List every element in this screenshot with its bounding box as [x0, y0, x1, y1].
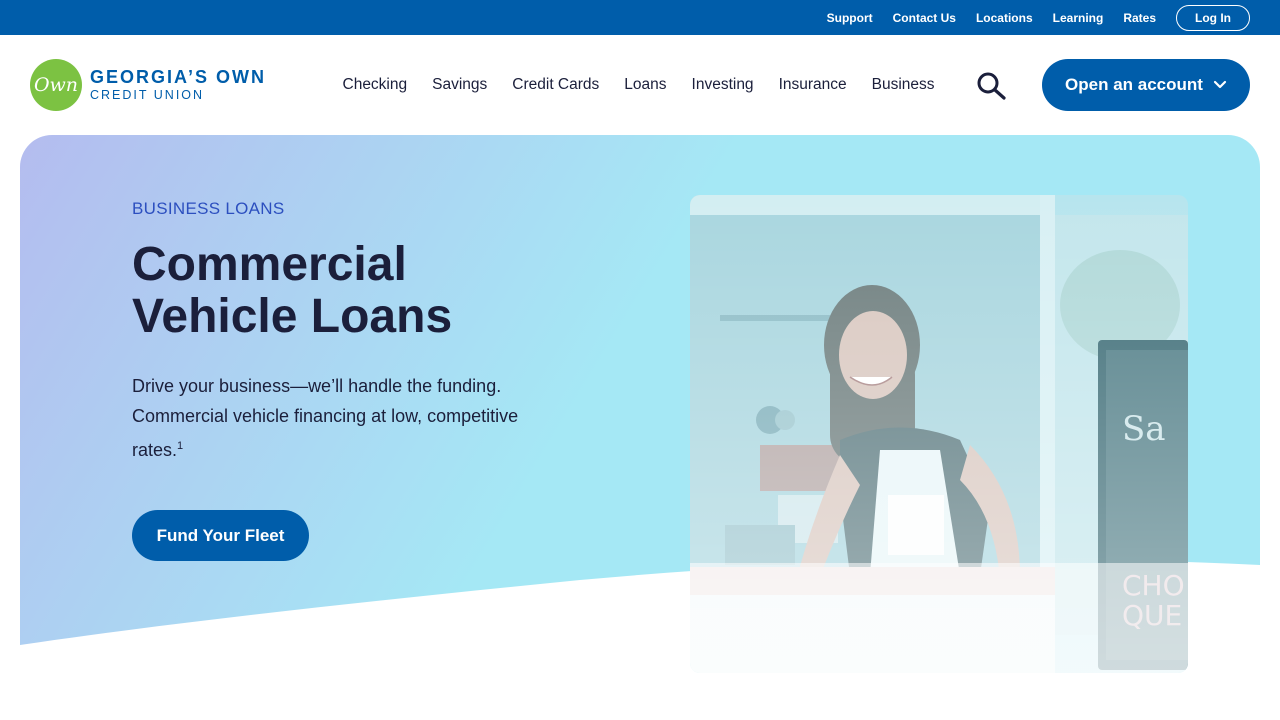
nav-item-loans[interactable]: Loans — [624, 76, 666, 94]
login-button[interactable]: Log In — [1176, 4, 1250, 31]
nav-item-savings[interactable]: Savings — [432, 76, 487, 94]
open-account-button[interactable]: Open an account — [1042, 59, 1250, 111]
hero-photo: Sa CHO QUE — [690, 195, 1188, 673]
search-icon — [977, 72, 1006, 100]
utility-bar: Support Contact Us Locations Learning Ra… — [0, 0, 1280, 35]
open-account-label: Open an account — [1065, 75, 1203, 94]
search-button[interactable] — [975, 71, 1009, 101]
page-title: Commercial Vehicle Loans — [132, 239, 592, 343]
logo-line2: CREDIT UNION — [90, 88, 205, 103]
nav-item-checking[interactable]: Checking — [343, 76, 408, 94]
title-line-2: Vehicle Loans — [132, 290, 453, 343]
main-nav: Checking Savings Credit Cards Loans Inve… — [330, 35, 947, 135]
footnote-marker[interactable]: 1 — [177, 440, 183, 452]
logo-text: GEORGIA’S OWN CREDIT UNION — [90, 68, 266, 102]
logo[interactable]: Own GEORGIA’S OWN CREDIT UNION — [30, 59, 266, 111]
fund-your-fleet-button[interactable]: Fund Your Fleet — [132, 510, 309, 561]
eyebrow-label: BUSINESS LOANS — [132, 199, 285, 218]
hero-content: BUSINESS LOANS Commercial Vehicle Loans … — [132, 199, 592, 561]
hero-description: Drive your business—we’ll handle the fun… — [132, 371, 592, 465]
desc-line-3: rates. — [132, 440, 178, 460]
desc-line-1: Drive your business—we’ll handle the fun… — [132, 376, 502, 396]
utility-link-learning[interactable]: Learning — [1053, 11, 1104, 25]
logo-badge: Own — [30, 59, 82, 111]
nav-item-business[interactable]: Business — [872, 76, 935, 94]
utility-link-locations[interactable]: Locations — [976, 11, 1033, 25]
title-line-1: Commercial — [132, 238, 407, 291]
nav-item-insurance[interactable]: Insurance — [779, 76, 847, 94]
food-truck-photo: Sa CHO QUE — [690, 195, 1188, 673]
main-header: Own GEORGIA’S OWN CREDIT UNION Checking … — [0, 35, 1280, 135]
desc-line-2: Commercial vehicle financing at low, com… — [132, 406, 519, 426]
nav-item-credit-cards[interactable]: Credit Cards — [512, 76, 599, 94]
nav-item-investing[interactable]: Investing — [692, 76, 754, 94]
chevron-down-icon — [1213, 80, 1227, 90]
hero-section: BUSINESS LOANS Commercial Vehicle Loans … — [20, 135, 1260, 675]
utility-link-rates[interactable]: Rates — [1123, 11, 1156, 25]
utility-link-support[interactable]: Support — [827, 11, 873, 25]
utility-link-contact-us[interactable]: Contact Us — [893, 11, 956, 25]
logo-line1: GEORGIA’S OWN — [90, 67, 267, 88]
